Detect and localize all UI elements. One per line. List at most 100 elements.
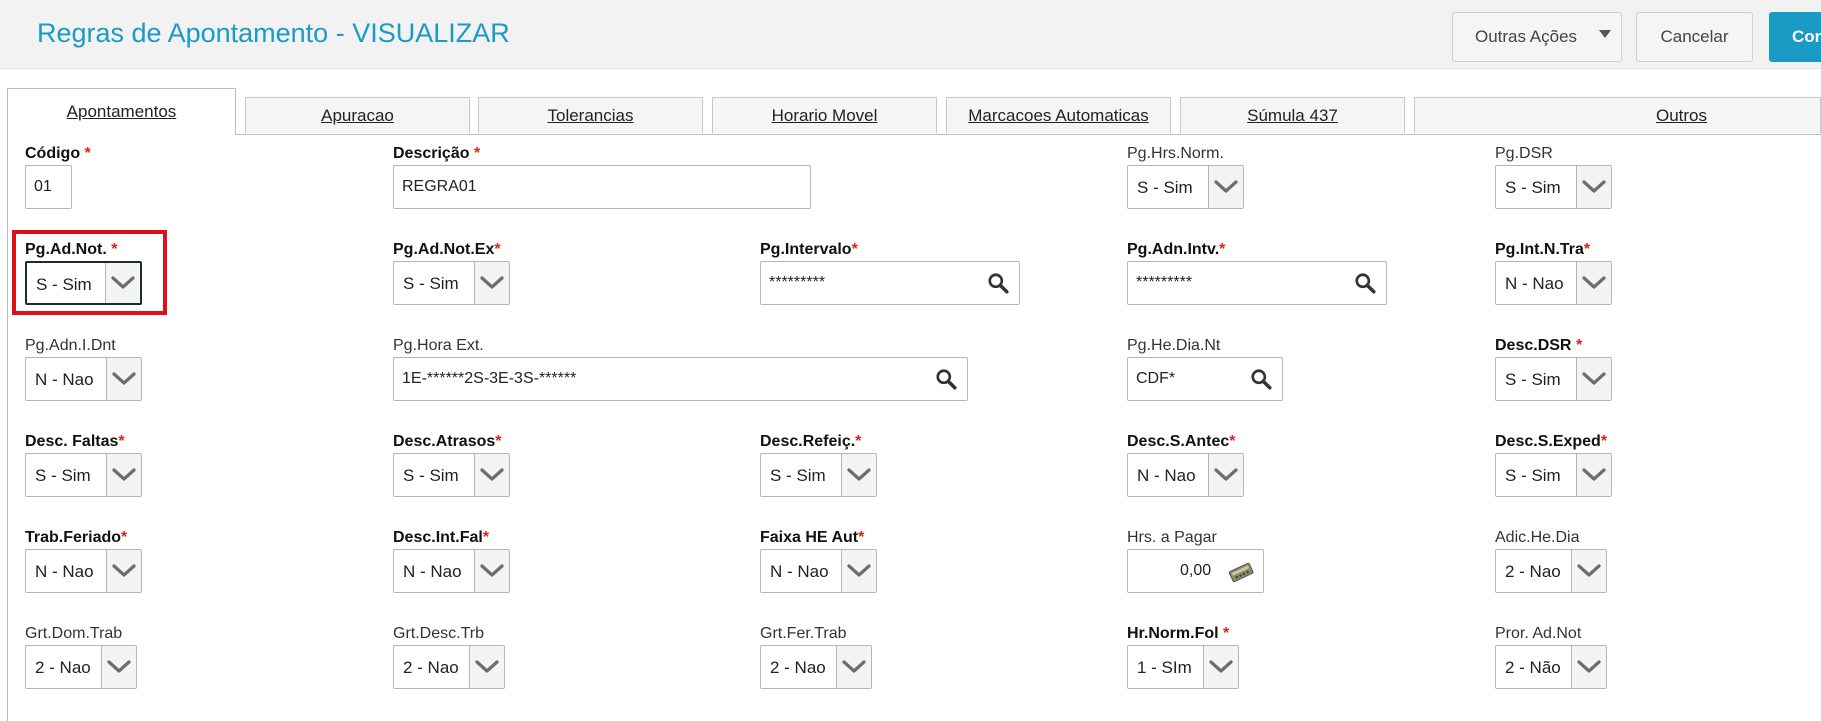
chevron-down-icon[interactable] — [1571, 550, 1606, 592]
chevron-down-icon[interactable] — [1576, 454, 1611, 496]
grt-fer-trab-select[interactable]: 2 - Nao — [760, 645, 872, 689]
field-label: Desc.Atrasos* — [393, 433, 502, 450]
field-label: Desc.Refeiç.* — [760, 433, 862, 450]
calculator-icon[interactable] — [1227, 561, 1255, 588]
field-value: 2 - Não — [1505, 658, 1561, 677]
field-label: Adic.He.Dia — [1495, 529, 1580, 546]
field-label: Pg.Adn.Intv.* — [1127, 241, 1226, 258]
field-value: ********* — [1136, 274, 1193, 291]
desc-s-exped-select[interactable]: S - Sim — [1495, 453, 1612, 497]
hrs-a-pagar-input[interactable]: 0,00 — [1127, 549, 1264, 593]
field-label: Desc. Faltas* — [25, 433, 125, 450]
chevron-down-icon[interactable] — [474, 550, 509, 592]
chevron-down-icon[interactable] — [1208, 454, 1243, 496]
field-label: Grt.Dom.Trab — [25, 625, 123, 642]
search-icon[interactable] — [1354, 272, 1376, 299]
chevron-down-icon[interactable] — [474, 454, 509, 496]
grt-desc-trb-select[interactable]: 2 - Nao — [393, 645, 505, 689]
field-value: 2 - Nao — [1505, 562, 1561, 581]
tab-label: Apontamentos — [66, 102, 177, 121]
desc-atrasos-select[interactable]: S - Sim — [393, 453, 510, 497]
desc-s-antec-select[interactable]: N - Nao — [1127, 453, 1244, 497]
desc-refeic-select[interactable]: S - Sim — [760, 453, 877, 497]
pg-hrs-norm-select[interactable]: S - Sim — [1127, 165, 1244, 209]
desc-int-fal-select[interactable]: N - Nao — [393, 549, 510, 593]
tab-apontamentos[interactable]: Apontamentos — [7, 88, 236, 135]
field-label: Desc.S.Exped* — [1495, 433, 1608, 450]
field-value: 2 - Nao — [770, 658, 826, 677]
chevron-down-icon[interactable] — [1576, 358, 1611, 400]
field-label: Pror. Ad.Not — [1495, 625, 1582, 642]
adic-he-dia-select[interactable]: 2 - Nao — [1495, 549, 1607, 593]
chevron-down-icon[interactable] — [841, 454, 876, 496]
field-value: ********* — [769, 274, 826, 291]
chevron-down-icon[interactable] — [106, 550, 141, 592]
field-value: 01 — [34, 178, 52, 195]
pg-adn-i-dnt-select[interactable]: N - Nao — [25, 357, 142, 401]
field-label: Grt.Fer.Trab — [760, 625, 847, 642]
chevron-down-icon[interactable] — [474, 262, 509, 304]
descricao-input[interactable]: REGRA01 — [393, 165, 811, 209]
field-label: Hrs. a Pagar — [1127, 529, 1217, 546]
grt-dom-trab-select[interactable]: 2 - Nao — [25, 645, 137, 689]
pg-intervalo-input[interactable]: ********* — [760, 261, 1020, 305]
pg-dsr-select[interactable]: S - Sim — [1495, 165, 1612, 209]
field-value: N - Nao — [35, 562, 94, 581]
tab-tolerancias[interactable]: Tolerancias — [478, 97, 703, 133]
cancel-button[interactable]: Cancelar — [1636, 12, 1753, 62]
field-label: Pg.Int.N.Tra* — [1495, 241, 1591, 258]
chevron-down-icon[interactable] — [836, 646, 871, 688]
field-label: Pg.Adn.I.Dnt — [25, 337, 116, 354]
tab-label: Marcacoes Automaticas — [968, 105, 1149, 125]
field-value: 1E-******2S-3E-3S-****** — [402, 370, 577, 387]
chevron-down-icon[interactable] — [106, 358, 141, 400]
pg-int-n-tra-select[interactable]: N - Nao — [1495, 261, 1612, 305]
chevron-down-icon[interactable] — [1576, 166, 1611, 208]
tab-sumula-437[interactable]: Súmula 437 — [1180, 97, 1405, 133]
chevron-down-icon[interactable] — [469, 646, 504, 688]
chevron-down-icon[interactable] — [1571, 646, 1606, 688]
search-icon[interactable] — [1250, 368, 1272, 395]
page-title: Regras de Apontamento - VISUALIZAR — [37, 18, 510, 48]
tab-outros[interactable]: Outros — [1414, 97, 1821, 133]
chevron-down-icon[interactable] — [106, 454, 141, 496]
field-value: S - Sim — [1505, 370, 1561, 389]
other-actions-button[interactable]: Outras Ações — [1452, 12, 1622, 62]
chevron-down-icon[interactable] — [1208, 166, 1243, 208]
codigo-input[interactable]: 01 — [25, 165, 72, 209]
field-value: REGRA01 — [402, 178, 477, 195]
caret-down-icon — [1599, 30, 1611, 38]
trab-feriado-select[interactable]: N - Nao — [25, 549, 142, 593]
field-value: 2 - Nao — [35, 658, 91, 677]
field-value: S - Sim — [403, 466, 459, 485]
tab-horario-movel[interactable]: Horario Movel — [712, 97, 937, 133]
field-label: Grt.Desc.Trb — [393, 625, 484, 642]
pror-ad-not-select[interactable]: 2 - Não — [1495, 645, 1607, 689]
chevron-down-icon[interactable] — [101, 646, 136, 688]
pg-he-dia-nt-input[interactable]: CDF* — [1127, 357, 1283, 401]
confirm-button[interactable]: Con — [1769, 12, 1821, 62]
tab-divider — [7, 134, 1821, 135]
chevron-down-icon[interactable] — [841, 550, 876, 592]
desc-faltas-select[interactable]: S - Sim — [25, 453, 142, 497]
pg-hora-ext-input[interactable]: 1E-******2S-3E-3S-****** — [393, 357, 968, 401]
tab-label: Apuracao — [321, 105, 394, 125]
tab-label: Súmula 437 — [1247, 105, 1338, 125]
faixa-he-aut-select[interactable]: N - Nao — [760, 549, 877, 593]
search-icon[interactable] — [935, 368, 957, 395]
highlight-box — [12, 230, 167, 315]
pg-adn-intv-input[interactable]: ********* — [1127, 261, 1387, 305]
tab-marcacoes-automaticas[interactable]: Marcacoes Automaticas — [946, 97, 1171, 133]
tab-bar: Apontamentos Apuracao Tolerancias Horari… — [7, 88, 1821, 135]
desc-dsr-select[interactable]: S - Sim — [1495, 357, 1612, 401]
panel-border — [7, 134, 8, 721]
tab-apuracao[interactable]: Apuracao — [245, 97, 470, 133]
pg-ad-not-ex-select[interactable]: S - Sim — [393, 261, 510, 305]
search-icon[interactable] — [987, 272, 1009, 299]
chevron-down-icon[interactable] — [1203, 646, 1238, 688]
chevron-down-icon[interactable] — [1576, 262, 1611, 304]
tab-label: Horario Movel — [771, 105, 878, 125]
field-value: N - Nao — [1137, 466, 1196, 485]
field-label: Pg.Intervalo* — [760, 241, 858, 258]
hr-norm-fol-select[interactable]: 1 - SIm — [1127, 645, 1239, 689]
